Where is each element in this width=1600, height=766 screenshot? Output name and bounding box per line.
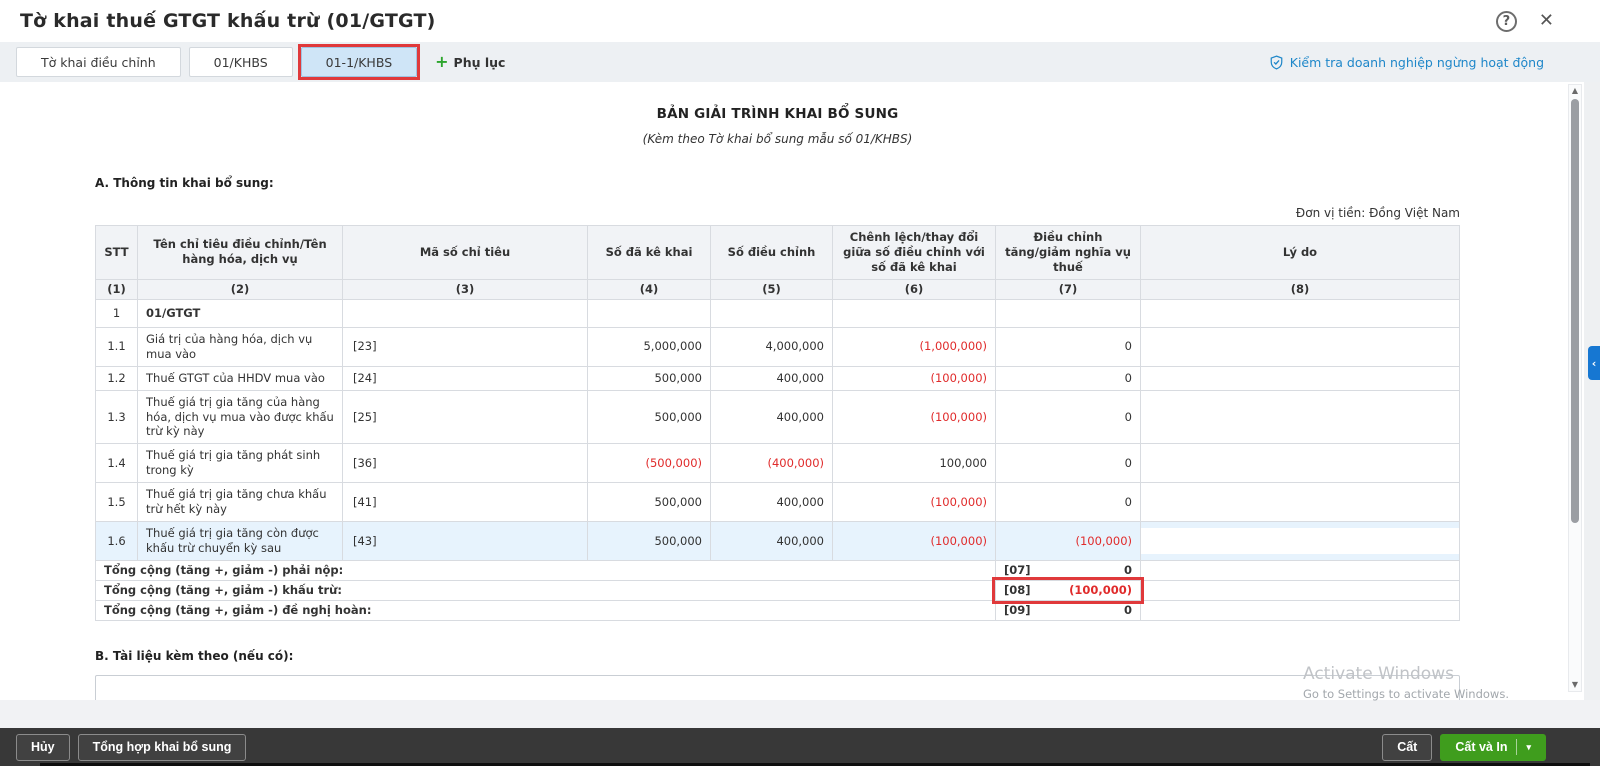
table-row: 1.5 Thuế giá trị gia tăng chưa khấu trừ … [96, 483, 1460, 522]
attachments-input[interactable] [95, 675, 1460, 700]
side-panel-toggle[interactable]: ‹ [1588, 346, 1600, 380]
action-bar: Hủy Tổng hợp khai bổ sung Cất Cất và In … [0, 728, 1600, 766]
declaration-sheet: BẢN GIẢI TRÌNH KHAI BỔ SUNG (Kèm theo Tờ… [0, 82, 1584, 700]
table-header-row: STT Tên chỉ tiêu điều chỉnh/Tên hàng hóa… [96, 226, 1460, 280]
cancel-button[interactable]: Hủy [16, 734, 70, 761]
total-row-deductible: Tổng cộng (tăng +, giảm -) khấu trừ: [08… [96, 581, 1460, 601]
shield-check-icon [1269, 55, 1284, 70]
scrollbar-thumb[interactable] [1571, 99, 1579, 523]
window-header: Tờ khai thuế GTGT khấu trừ (01/GTGT) ? ✕ [0, 0, 1600, 42]
col-num-7: (7) [996, 279, 1141, 299]
section-b-label: B. Tài liệu kèm theo (nếu có): [95, 649, 1460, 663]
table-row: 1.1 Giá trị của hàng hóa, dịch vụ mua và… [96, 327, 1460, 366]
total-code: [09] [1004, 603, 1031, 618]
col-header-name: Tên chỉ tiêu điều chỉnh/Tên hàng hóa, dị… [138, 226, 343, 280]
col-header-reason: Lý do [1141, 226, 1460, 280]
window-title: Tờ khai thuế GTGT khấu trừ (01/GTGT) [0, 10, 436, 32]
footer-right-group: Cất Cất và In ▾ [1382, 734, 1546, 761]
scroll-gutter [1584, 82, 1600, 700]
col-num-4: (4) [588, 279, 711, 299]
col-num-8: (8) [1141, 279, 1460, 299]
col-num-2: (2) [138, 279, 343, 299]
aggregate-declaration-button[interactable]: Tổng hợp khai bổ sung [78, 734, 247, 761]
caret-down-icon[interactable]: ▾ [1526, 743, 1531, 752]
chevron-left-icon: ‹ [1592, 357, 1597, 370]
table-row: 1.4 Thuế giá trị gia tăng phát sinh tron… [96, 444, 1460, 483]
plus-icon: + [435, 54, 448, 70]
total-row-payable: Tổng cộng (tăng +, giảm -) phải nộp: [07… [96, 561, 1460, 581]
add-appendix-label: Phụ lục [454, 55, 506, 70]
col-header-adjusted: Số điều chỉnh [711, 226, 833, 280]
table-row-selected: 1.6 Thuế giá trị gia tăng còn được khấu … [96, 522, 1460, 561]
table-row: 1.2 Thuế GTGT của HHDV mua vào [24] 500,… [96, 366, 1460, 390]
check-business-status-label: Kiểm tra doanh nghiệp ngừng hoạt động [1290, 55, 1544, 70]
tax-declaration-window: Tờ khai thuế GTGT khấu trừ (01/GTGT) ? ✕… [0, 0, 1600, 766]
total-row-refund: Tổng cộng (tăng +, giảm -) đề nghị hoàn:… [96, 601, 1460, 621]
col-header-code: Mã số chỉ tiêu [343, 226, 588, 280]
button-divider [1516, 739, 1517, 755]
total-value: 0 [1124, 603, 1132, 618]
col-num-1: (1) [96, 279, 138, 299]
col-num-5: (5) [711, 279, 833, 299]
total-code: [08] [1004, 583, 1031, 598]
reason-input[interactable] [1141, 528, 1459, 554]
scroll-up-icon[interactable]: ▲ [1569, 85, 1581, 97]
table-row: 1.3 Thuế giá trị gia tăng của hàng hóa, … [96, 390, 1460, 444]
help-icon[interactable]: ? [1496, 11, 1517, 32]
total-value: (100,000) [1069, 583, 1132, 598]
check-business-status-link[interactable]: Kiểm tra doanh nghiệp ngừng hoạt động [1269, 55, 1584, 70]
save-button[interactable]: Cất [1382, 734, 1432, 761]
col-num-3: (3) [343, 279, 588, 299]
save-and-print-button[interactable]: Cất và In ▾ [1440, 734, 1546, 761]
col-header-difference: Chênh lệch/thay đổi giữa số điều chỉnh v… [833, 226, 996, 280]
vertical-scrollbar[interactable]: ▲ ▼ [1568, 84, 1582, 692]
scroll-down-icon[interactable]: ▼ [1569, 679, 1581, 691]
currency-note: Đơn vị tiền: Đồng Việt Nam [95, 206, 1460, 220]
table-row: 1 01/GTGT [96, 299, 1460, 327]
window-actions: ? ✕ [1496, 11, 1600, 32]
add-appendix-button[interactable]: + Phụ lục [435, 54, 505, 70]
section-a-label: A. Thông tin khai bổ sung: [95, 176, 1460, 190]
total-code: [07] [1004, 563, 1031, 578]
col-header-tax-change: Điều chỉnh tăng/giảm nghĩa vụ thuế [996, 226, 1141, 280]
col-num-6: (6) [833, 279, 996, 299]
tab-01-khbs[interactable]: 01/KHBS [189, 47, 293, 77]
annotated-total-cell: [08] (100,000) [996, 581, 1141, 601]
table-header-number-row: (1) (2) (3) (4) (5) (6) (7) (8) [96, 279, 1460, 299]
tab-01-1-khbs[interactable]: 01-1/KHBS [301, 47, 417, 77]
total-value: 0 [1124, 563, 1132, 578]
tab-to-khai-dieu-chinh[interactable]: Tờ khai điều chỉnh [16, 47, 181, 77]
tab-bar: Tờ khai điều chỉnh 01/KHBS 01-1/KHBS + P… [0, 42, 1600, 82]
save-and-print-label: Cất và In [1455, 740, 1507, 754]
document-subtitle: (Kèm theo Tờ khai bổ sung mẫu số 01/KHBS… [95, 132, 1460, 146]
form-content: BẢN GIẢI TRÌNH KHAI BỔ SUNG (Kèm theo Tờ… [0, 82, 1584, 700]
col-header-declared: Số đã kê khai [588, 226, 711, 280]
col-header-stt: STT [96, 226, 138, 280]
close-icon[interactable]: ✕ [1539, 12, 1554, 30]
adjustment-table: STT Tên chỉ tiêu điều chỉnh/Tên hàng hóa… [95, 225, 1460, 621]
document-title: BẢN GIẢI TRÌNH KHAI BỔ SUNG [95, 106, 1460, 122]
